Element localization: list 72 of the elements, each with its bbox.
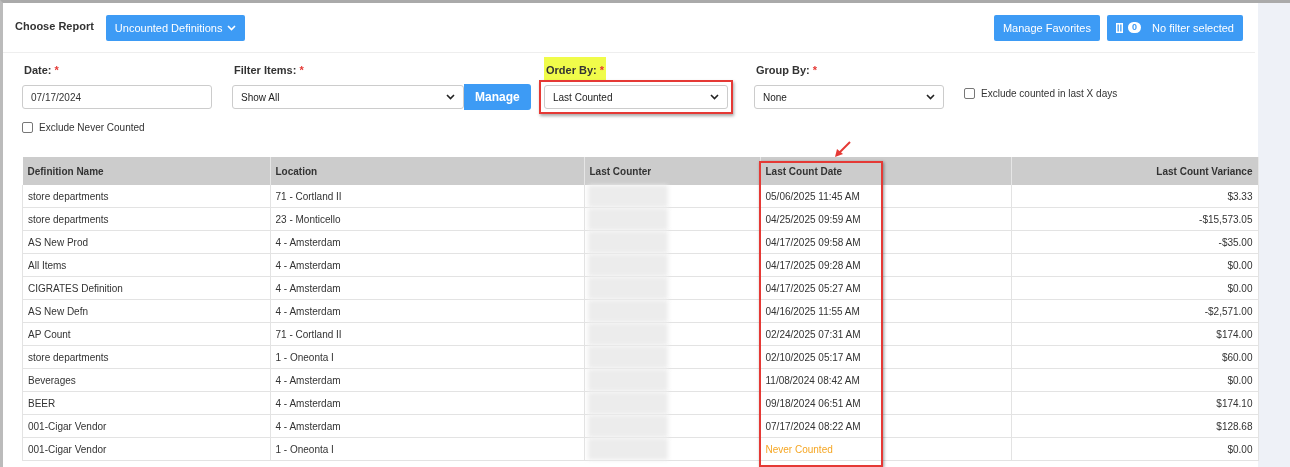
table-cell: AS New Defn xyxy=(22,299,270,323)
table-cell: $174.00 xyxy=(1011,322,1258,346)
table-cell: $128.68 xyxy=(1011,414,1258,438)
filter-count-badge: 0 xyxy=(1127,22,1141,33)
column-header[interactable]: Location xyxy=(270,157,584,185)
table-cell: 001-Cigar Vendor xyxy=(22,414,270,438)
table-cell: 05/06/2025 11:45 AM xyxy=(760,185,1011,208)
group-by-select[interactable]: None xyxy=(754,85,944,109)
chevron-icon xyxy=(446,94,455,100)
table-cell: 4 - Amsterdam xyxy=(270,230,584,254)
table-cell: BEER xyxy=(22,391,270,415)
table-cell: -$2,571.00 xyxy=(1011,299,1258,323)
filter-items-select[interactable]: Show All xyxy=(232,85,464,109)
table-cell: 07/17/2024 08:22 AM xyxy=(760,414,1011,438)
date-label: Date: * xyxy=(23,63,60,78)
table-cell: -$35.00 xyxy=(1011,230,1258,254)
column-header[interactable]: Last Counter xyxy=(584,157,760,185)
table-cell: All Items xyxy=(22,253,270,277)
column-header[interactable]: Last Count Variance xyxy=(1011,157,1258,185)
table-cell: Never Counted xyxy=(760,437,1011,461)
table-cell: 09/18/2024 06:51 AM xyxy=(760,391,1011,415)
table-cell: 4 - Amsterdam xyxy=(270,299,584,323)
checkbox[interactable] xyxy=(22,122,33,133)
table-cell: 04/16/2025 11:55 AM xyxy=(760,299,1011,323)
table-cell: $60.00 xyxy=(1011,345,1258,369)
table-cell: 04/17/2025 09:58 AM xyxy=(760,230,1011,254)
column-header[interactable]: Definition Name xyxy=(22,157,270,185)
order-by-select[interactable]: Last Counted xyxy=(544,85,728,109)
chevron-icon xyxy=(227,24,237,31)
checkbox[interactable] xyxy=(964,88,975,99)
chevron-icon xyxy=(710,94,719,100)
table-cell: AS New Prod xyxy=(22,230,270,254)
table-cell: CIGRATES Definition xyxy=(22,276,270,300)
table-cell: 04/17/2025 09:28 AM xyxy=(760,253,1011,277)
table-cell: 001-Cigar Vendor xyxy=(22,437,270,461)
table-cell: 1 - Oneonta I xyxy=(270,345,584,369)
table-cell: $0.00 xyxy=(1011,437,1258,461)
date-field[interactable]: 07/17/2024 xyxy=(22,85,212,109)
table-cell: 23 - Monticello xyxy=(270,207,584,231)
table-cell: 4 - Amsterdam xyxy=(270,276,584,300)
table-cell: 71 - Cortland II xyxy=(270,322,584,346)
table-cell: store departments xyxy=(22,185,270,208)
table-cell: store departments xyxy=(22,207,270,231)
table-cell: $0.00 xyxy=(1011,276,1258,300)
report-label: Choose Report xyxy=(15,20,94,32)
table-cell: 02/24/2025 07:31 AM xyxy=(760,322,1011,346)
table-cell: $0.00 xyxy=(1011,368,1258,392)
checkbox-label: Exclude counted in last X days xyxy=(981,88,1118,99)
table-cell: 71 - Cortland II xyxy=(270,185,584,208)
table-cell: 04/17/2025 05:27 AM xyxy=(760,276,1011,300)
table-cell: store departments xyxy=(22,345,270,369)
group-by-label: Group By: * xyxy=(755,63,819,78)
filter-items-label: Filter Items: * xyxy=(233,63,305,78)
chevron-icon xyxy=(926,94,935,100)
table-cell: 02/10/2025 05:17 AM xyxy=(760,345,1011,369)
table-cell: $174.10 xyxy=(1011,391,1258,415)
grid-icon xyxy=(1115,22,1123,33)
table-cell: AP Count xyxy=(22,322,270,346)
table-cell: 11/08/2024 08:42 AM xyxy=(760,368,1011,392)
checkbox-label: Exclude Never Counted xyxy=(39,122,145,133)
table-cell: $3.33 xyxy=(1011,185,1258,208)
table-cell: Beverages xyxy=(22,368,270,392)
table-cell: 04/25/2025 09:59 AM xyxy=(760,207,1011,231)
table-cell: 1 - Oneonta I xyxy=(270,437,584,461)
table-cell: 4 - Amsterdam xyxy=(270,414,584,438)
table-cell: 4 - Amsterdam xyxy=(270,253,584,277)
column-header[interactable]: Last Count Date xyxy=(760,157,1011,185)
table-cell: 4 - Amsterdam xyxy=(270,391,584,415)
table-cell: 4 - Amsterdam xyxy=(270,368,584,392)
arrow-icon xyxy=(832,141,852,159)
table-cell: $0.00 xyxy=(1011,253,1258,277)
table-cell: -$15,573.05 xyxy=(1011,207,1258,231)
